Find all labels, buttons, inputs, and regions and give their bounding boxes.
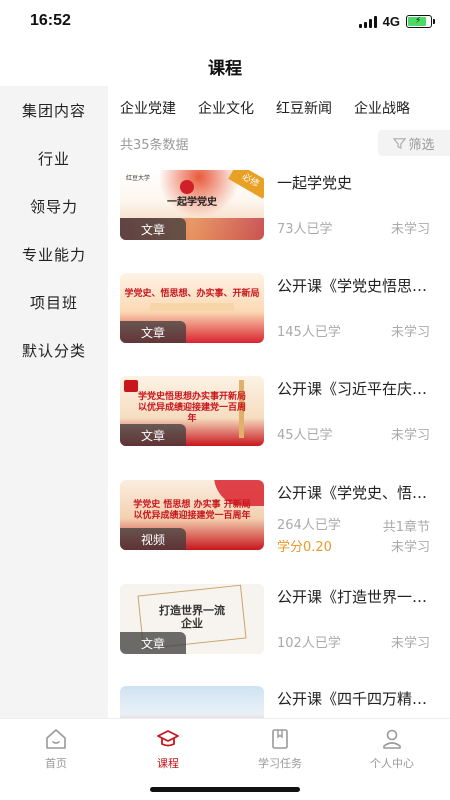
course-title: 公开课《打造世界一流企业》 bbox=[277, 588, 438, 606]
status-indicators: 4G ⚡ bbox=[358, 14, 435, 29]
content-type-tag: 视频 bbox=[120, 528, 186, 550]
learner-count: 73人已学 bbox=[277, 222, 333, 237]
course-thumbnail: 学党史 悟思想 办实事 开新局 以优异成绩迎接建党一百周年 视频 bbox=[120, 480, 264, 550]
learning-status: 未学习 bbox=[390, 540, 430, 555]
course-item[interactable]: 打造世界一流企业 文章 公开课《打造世界一流企业》 102人已学 未学习 bbox=[120, 584, 438, 654]
brand-label: 红豆大学 bbox=[126, 175, 151, 182]
tab-courses[interactable]: 课程 bbox=[112, 727, 224, 771]
bookmark-book-icon bbox=[272, 729, 288, 749]
thumbnail-caption: 一起学党史 bbox=[167, 197, 217, 208]
tab-profile-label: 个人中心 bbox=[370, 757, 414, 770]
status-bar: 16:52 4G ⚡ bbox=[0, 0, 450, 44]
sidebar-item-project-class[interactable]: 项目班 bbox=[0, 278, 108, 326]
course-item[interactable]: 学党史、悟思想、办实事、开新局 文章 公开课《学党史悟思想办实事开新局》 145… bbox=[120, 273, 438, 343]
learning-status: 未学习 bbox=[390, 222, 430, 237]
sidebar-item-group-content[interactable]: 集团内容 bbox=[0, 86, 108, 134]
learner-count: 264人已学 bbox=[277, 518, 341, 533]
course-thumbnail bbox=[120, 686, 264, 718]
learner-count: 102人已学 bbox=[277, 636, 341, 651]
result-count: 共35条数据 bbox=[120, 138, 189, 153]
sidebar-item-leadership[interactable]: 领导力 bbox=[0, 182, 108, 230]
course-title: 公开课《学党史悟思想办实事开新局》 bbox=[277, 277, 438, 295]
credit-value: 学分0.20 bbox=[277, 540, 332, 555]
course-item[interactable]: 公开课《四千四万精神》 bbox=[120, 686, 438, 718]
course-thumbnail: 打造世界一流企业 文章 bbox=[120, 584, 264, 654]
course-title: 公开课《学党史、悟思想、办实事、开新局》 bbox=[277, 484, 438, 502]
course-title: 一起学党史 bbox=[277, 174, 353, 192]
learner-count: 45人已学 bbox=[277, 428, 333, 443]
tab-corporate-culture[interactable]: 企业文化 bbox=[184, 98, 262, 118]
home-indicator bbox=[150, 787, 300, 792]
filter-button[interactable]: 筛选 bbox=[378, 130, 450, 156]
sidebar-item-industry[interactable]: 行业 bbox=[0, 134, 108, 182]
learning-status: 未学习 bbox=[390, 325, 430, 340]
graduation-cap-icon bbox=[157, 730, 179, 747]
tab-courses-label: 课程 bbox=[157, 757, 179, 770]
content-type-tag: 文章 bbox=[120, 424, 186, 446]
page-title: 课程 bbox=[208, 59, 242, 79]
course-item[interactable]: 红豆大学 一起学党史 必修 文章 一起学党史 73人已学 未学习 bbox=[120, 170, 438, 240]
subcategory-tabs: 企业党建 企业文化 红豆新闻 企业战略 bbox=[108, 86, 450, 130]
tab-corporate-strategy[interactable]: 企业战略 bbox=[340, 98, 418, 118]
tab-profile[interactable]: 个人中心 bbox=[336, 727, 448, 771]
tab-learning-tasks-label: 学习任务 bbox=[258, 757, 302, 770]
content-type-tag: 文章 bbox=[120, 632, 186, 654]
thumbnail-caption: 学党史 悟思想 办实事 开新局 以优异成绩迎接建党一百周年 bbox=[133, 500, 251, 521]
course-thumbnail: 红豆大学 一起学党史 必修 文章 bbox=[120, 170, 264, 240]
category-sidebar: 集团内容 行业 领导力 专业能力 项目班 默认分类 bbox=[0, 86, 108, 718]
network-type: 4G bbox=[382, 14, 400, 29]
tab-learning-tasks[interactable]: 学习任务 bbox=[224, 727, 336, 771]
status-time: 16:52 bbox=[30, 12, 71, 29]
signal-icon bbox=[358, 15, 377, 28]
tab-party-building[interactable]: 企业党建 bbox=[108, 98, 184, 118]
battery-icon: ⚡ bbox=[406, 15, 435, 28]
thumbnail-caption: 打造世界一流企业 bbox=[159, 604, 225, 630]
tab-home[interactable]: 首页 bbox=[0, 727, 112, 771]
thumbnail-caption: 学党史悟思想办实事开新局 以优异成绩迎接建党一百周年 bbox=[138, 392, 247, 424]
course-title: 公开课《习近平在庆祝中国共产党成立100周年大会上的讲话》 bbox=[277, 380, 438, 398]
filter-icon bbox=[393, 137, 407, 149]
tab-home-label: 首页 bbox=[45, 757, 67, 770]
course-thumbnail: 学党史悟思想办实事开新局 以优异成绩迎接建党一百周年 文章 bbox=[120, 376, 264, 446]
tab-hongdou-news[interactable]: 红豆新闻 bbox=[262, 98, 340, 118]
home-icon bbox=[46, 729, 66, 749]
content-type-tag: 文章 bbox=[120, 218, 186, 240]
course-item[interactable]: 学党史 悟思想 办实事 开新局 以优异成绩迎接建党一百周年 视频 公开课《学党史… bbox=[120, 480, 438, 560]
content-type-tag: 文章 bbox=[120, 321, 186, 343]
thumbnail-caption: 学党史、悟思想、办实事、开新局 bbox=[124, 289, 260, 299]
sidebar-item-professional[interactable]: 专业能力 bbox=[0, 230, 108, 278]
learning-status: 未学习 bbox=[390, 636, 430, 651]
course-item[interactable]: 学党史悟思想办实事开新局 以优异成绩迎接建党一百周年 文章 公开课《习近平在庆祝… bbox=[120, 376, 438, 446]
learner-count: 145人已学 bbox=[277, 325, 341, 340]
course-thumbnail: 学党史、悟思想、办实事、开新局 文章 bbox=[120, 273, 264, 343]
learning-status: 未学习 bbox=[390, 428, 430, 443]
course-title: 公开课《四千四万精神》 bbox=[277, 690, 438, 708]
chapter-count: 共1章节 bbox=[382, 520, 430, 535]
sidebar-item-default[interactable]: 默认分类 bbox=[0, 326, 108, 374]
filter-label: 筛选 bbox=[408, 137, 435, 153]
user-icon bbox=[383, 729, 401, 749]
list-header: 共35条数据 筛选 bbox=[108, 130, 450, 156]
